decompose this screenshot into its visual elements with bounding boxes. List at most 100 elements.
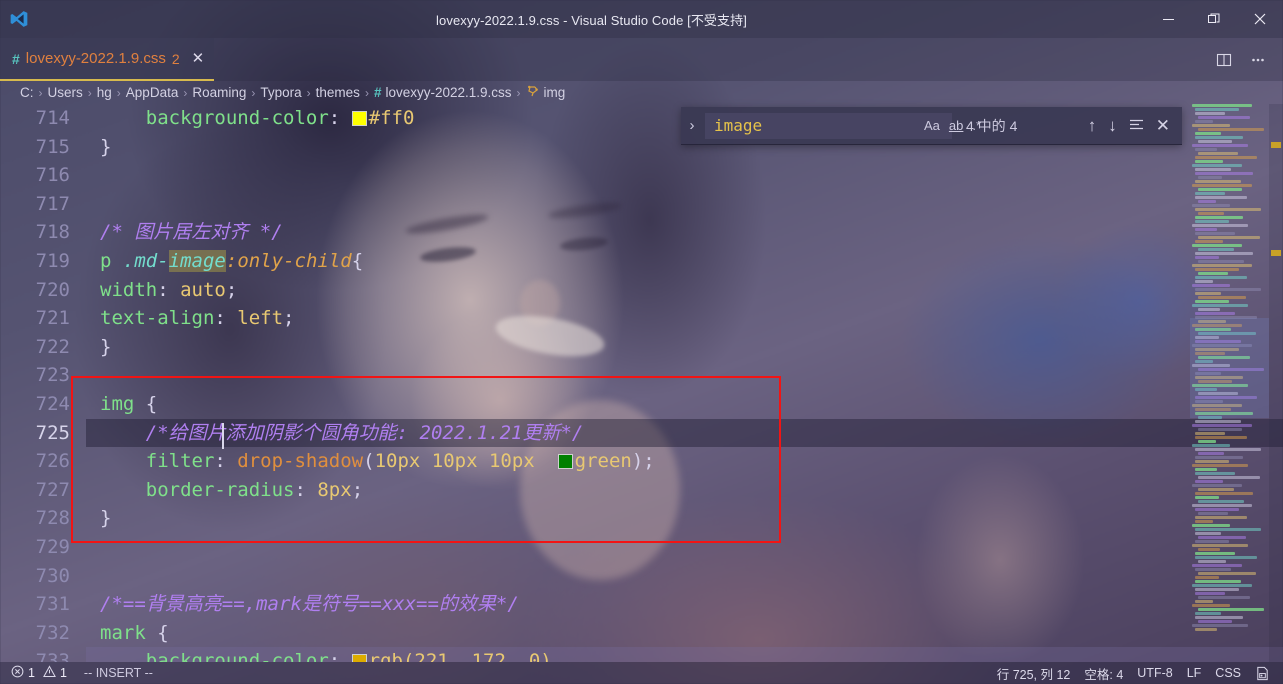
breadcrumb-item-typora[interactable]: Typora	[260, 85, 301, 100]
status-bar: 1 1 -- INSERT -- 行 725, 列 12 空格: 4 UTF-8…	[0, 662, 1283, 684]
breadcrumb-item-users[interactable]: Users	[48, 85, 83, 100]
minimap-line	[1195, 516, 1247, 519]
minimap-line	[1195, 252, 1253, 255]
eol-status[interactable]: LF	[1180, 662, 1209, 684]
chevron-right-icon[interactable]: ›	[681, 117, 703, 134]
restore-button[interactable]	[1191, 0, 1237, 38]
code-line-726[interactable]: filter: drop-shadow(10px 10px 10px green…	[86, 447, 1283, 476]
find-input-wrapper[interactable]: Aa ab .*	[705, 112, 981, 139]
indentation-status[interactable]: 空格: 4	[1077, 662, 1130, 684]
previous-match-icon[interactable]: ↑	[1088, 117, 1097, 134]
minimap-line	[1195, 220, 1229, 223]
language-mode-status[interactable]: CSS	[1208, 662, 1248, 684]
line-number: 719	[35, 249, 70, 272]
breadcrumb-item-symbol[interactable]: img	[544, 85, 566, 100]
minimap-line	[1192, 524, 1230, 527]
code-line-728[interactable]: }	[86, 504, 1283, 533]
match-case-icon[interactable]: Aa	[924, 119, 940, 132]
code-line-727[interactable]: border-radius: 8px;	[86, 476, 1283, 505]
editor-scrollbar[interactable]	[1269, 104, 1283, 662]
code-line-729[interactable]	[86, 533, 1283, 562]
code-line-731[interactable]: /*==背景高亮==,mark是符号==xxx==的效果*/	[86, 590, 1283, 619]
code-line-730[interactable]	[86, 562, 1283, 591]
minimap-line	[1192, 304, 1248, 307]
minimap-line	[1195, 168, 1231, 171]
more-actions-icon[interactable]	[1243, 45, 1273, 75]
minimap-line	[1198, 512, 1228, 515]
breadcrumb-item-file[interactable]: lovexyy-2022.1.9.css	[385, 85, 511, 100]
next-match-icon[interactable]: ↓	[1108, 117, 1117, 134]
problems-status[interactable]: 1 1	[4, 662, 74, 684]
code-line-718[interactable]: /* 图片居左对齐 */	[86, 218, 1283, 247]
minimap-line	[1192, 624, 1248, 627]
code-line-719[interactable]: p .md-image:only-child{	[86, 247, 1283, 276]
line-number: 722	[35, 335, 70, 358]
code-content[interactable]: background-color: #ff0 } /* 图片居左对齐 */ p …	[86, 104, 1283, 662]
breadcrumb-separator: ›	[87, 85, 92, 100]
close-button[interactable]	[1237, 0, 1283, 38]
minimap-line	[1198, 308, 1220, 311]
minimap-line	[1198, 560, 1226, 563]
code-line-723[interactable]	[86, 361, 1283, 390]
minimap-line	[1195, 448, 1261, 451]
breadcrumb-separator: ›	[516, 85, 521, 100]
encoding-status[interactable]: UTF-8	[1130, 662, 1179, 684]
tab-lovexyy-css[interactable]: # lovexyy-2022.1.9.css 2 ✕	[0, 38, 215, 81]
minimap-line	[1195, 196, 1247, 199]
code-line-724[interactable]: img {	[86, 390, 1283, 419]
tab-close-icon[interactable]: ✕	[192, 51, 205, 66]
minimap-line	[1198, 128, 1264, 131]
split-editor-icon[interactable]	[1209, 45, 1239, 75]
code-line-732[interactable]: mark {	[86, 619, 1283, 648]
close-find-icon[interactable]: ✕	[1156, 117, 1170, 134]
color-swatch-gold[interactable]	[351, 654, 367, 662]
line-number: 731	[35, 593, 70, 616]
color-swatch-yellow[interactable]	[351, 111, 367, 126]
minimap-line	[1198, 548, 1220, 551]
breadcrumb-item-appdata[interactable]: AppData	[126, 85, 179, 100]
whole-word-icon[interactable]: ab	[949, 119, 963, 132]
window-title: lovexyy-2022.1.9.css - Visual Studio Cod…	[436, 12, 747, 28]
find-in-selection-icon[interactable]	[1129, 117, 1144, 135]
minimap-line	[1195, 232, 1235, 235]
minimap-line	[1195, 292, 1221, 295]
code-line-733[interactable]: background-color: rgb(221, 172, 0)	[86, 647, 1283, 662]
code-line-720[interactable]: width: auto;	[86, 276, 1283, 305]
minimap-line	[1192, 264, 1252, 267]
minimap-line	[1195, 148, 1217, 151]
code-line-725[interactable]: /*给图片添加阴影个圆角功能: 2022.1.21更新*/	[86, 418, 1283, 448]
minimap-line	[1192, 244, 1242, 247]
minimap-line	[1195, 160, 1223, 163]
line-number: 720	[35, 278, 70, 301]
minimap-line	[1198, 452, 1224, 455]
screenshot-icon[interactable]	[1248, 662, 1277, 684]
minimap-line	[1195, 208, 1261, 211]
code-line-717[interactable]	[86, 190, 1283, 219]
regex-icon[interactable]: .*	[972, 119, 981, 132]
find-navigation: ↑ ↓ ✕	[1088, 117, 1182, 135]
color-swatch-green[interactable]	[557, 454, 573, 470]
minimap-line	[1192, 464, 1248, 467]
code-editor[interactable]: 714 715 716 717 718 719 720 721 722 723 …	[0, 104, 1283, 662]
line-number: 728	[35, 507, 70, 530]
cursor-position-status[interactable]: 行 725, 列 12	[990, 662, 1078, 684]
breadcrumb-item-drive[interactable]: C:	[20, 85, 34, 100]
code-line-716[interactable]	[86, 161, 1283, 190]
minimap-line	[1198, 248, 1234, 251]
minimap-line	[1198, 296, 1246, 299]
minimap-line	[1195, 520, 1213, 523]
minimap-line	[1195, 228, 1217, 231]
minimize-button[interactable]	[1145, 0, 1191, 38]
find-widget: › Aa ab .* 4 中的 4 ↑ ↓ ✕	[681, 107, 1182, 145]
minimap-line	[1195, 256, 1219, 259]
breadcrumb-item-themes[interactable]: themes	[316, 85, 360, 100]
search-input[interactable]	[705, 116, 924, 135]
scrollbar-match-mark	[1271, 250, 1281, 256]
code-line-721[interactable]: text-align: left;	[86, 304, 1283, 333]
vscode-window: lovexyy-2022.1.9.css - Visual Studio Cod…	[0, 0, 1283, 684]
minimap-slider[interactable]	[1190, 318, 1269, 418]
code-line-722[interactable]: }	[86, 333, 1283, 362]
minimap-line	[1195, 592, 1225, 595]
breadcrumb-item-roaming[interactable]: Roaming	[192, 85, 246, 100]
breadcrumb-item-hg[interactable]: hg	[97, 85, 112, 100]
